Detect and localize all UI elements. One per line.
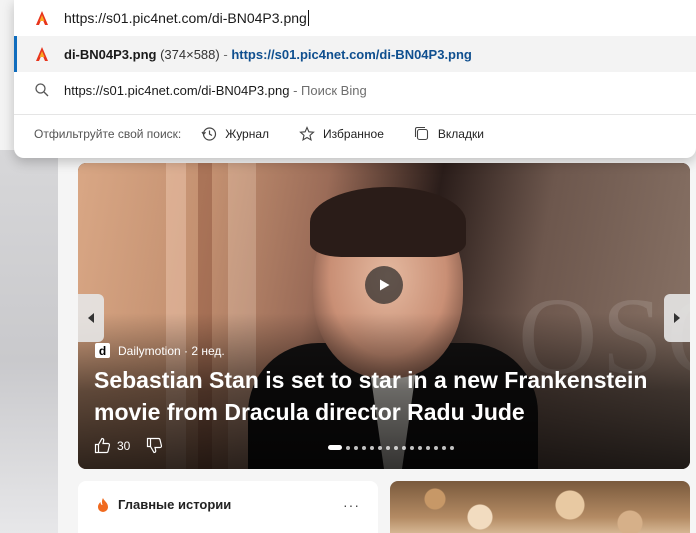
carousel-dot[interactable]: [354, 445, 358, 450]
person-hair: [310, 187, 466, 257]
filter-tabs-label: Вкладки: [437, 127, 484, 141]
carousel-prev-button[interactable]: [78, 294, 104, 342]
flame-icon: [98, 498, 108, 512]
search-icon: [35, 83, 49, 97]
like-count: 30: [117, 438, 131, 453]
pdf-reader-icon: [36, 47, 48, 61]
pdf-reader-icon: [36, 11, 48, 25]
chevron-right-icon: [674, 313, 680, 323]
article-actions: 30: [94, 437, 163, 454]
history-icon: [201, 127, 217, 141]
suggestion-query: https://s01.pic4net.com/di-BN04P3.png: [64, 82, 290, 98]
carousel-dot[interactable]: [434, 445, 438, 450]
more-options-button[interactable]: ···: [343, 497, 360, 513]
filter-favorites-button[interactable]: Избранное: [299, 126, 384, 142]
address-input[interactable]: https://s01.pic4net.com/di-BN04P3.png: [64, 10, 307, 26]
carousel-dot[interactable]: [386, 445, 390, 450]
play-icon: [380, 279, 390, 291]
suggestion-separator: -: [223, 46, 228, 62]
suggestion-dimensions: (374×588): [160, 46, 220, 62]
hero-news-card[interactable]: OSC d Dailymotion · 2 нед. Sebastian Sta…: [78, 163, 690, 469]
carousel-dot[interactable]: [378, 445, 382, 450]
source-name-and-age: Dailymotion · 2 нед.: [118, 343, 225, 358]
carousel-dot[interactable]: [328, 445, 342, 450]
filter-tabs-button[interactable]: Вкладки: [414, 126, 484, 142]
text-caret: [307, 10, 309, 26]
suggestion-bing-search[interactable]: https://s01.pic4net.com/di-BN04P3.png - …: [14, 72, 696, 108]
filter-label: Отфильтруйте свой поиск:: [34, 127, 182, 141]
carousel-next-button[interactable]: [664, 294, 690, 342]
carousel-dot[interactable]: [442, 445, 446, 450]
filter-favorites-label: Избранное: [323, 127, 384, 141]
search-filter-bar: Отфильтруйте свой поиск: Журнал Избранно…: [14, 115, 696, 153]
browser-side-area: [0, 150, 58, 533]
chevron-left-icon: [88, 313, 94, 323]
carousel-dot[interactable]: [370, 445, 374, 450]
carousel-pagination: [328, 445, 454, 450]
source-logo: d: [95, 343, 110, 358]
address-suggestions-dropdown: https://s01.pic4net.com/di-BN04P3.png di…: [14, 0, 696, 158]
suggestion-link: https://s01.pic4net.com/di-BN04P3.png: [231, 46, 472, 62]
carousel-dot[interactable]: [346, 445, 350, 450]
thumbs-down-icon[interactable]: [146, 437, 163, 454]
food-news-image[interactable]: [390, 481, 690, 533]
filter-history-button[interactable]: Журнал: [201, 126, 269, 142]
carousel-dot[interactable]: [402, 445, 406, 450]
article-headline[interactable]: Sebastian Stan is set to star in a new F…: [94, 364, 674, 428]
suggestion-search-engine: - Поиск Bing: [293, 82, 367, 98]
carousel-dot[interactable]: [362, 445, 366, 450]
star-icon: [299, 126, 315, 142]
play-button[interactable]: [365, 266, 403, 304]
carousel-dot[interactable]: [410, 445, 414, 450]
carousel-dot[interactable]: [426, 445, 430, 450]
carousel-dot[interactable]: [418, 445, 422, 450]
carousel-dot[interactable]: [450, 445, 454, 450]
top-stories-card: Главные истории ···: [78, 481, 378, 533]
suggestion-filename: di-BN04P3.png: [64, 46, 157, 62]
filter-history-label: Журнал: [225, 127, 270, 141]
carousel-dot[interactable]: [394, 445, 398, 450]
address-bar[interactable]: https://s01.pic4net.com/di-BN04P3.png: [14, 0, 696, 36]
article-source[interactable]: d Dailymotion · 2 нед.: [95, 343, 225, 358]
tabs-icon: [414, 126, 428, 141]
suggestion-direct-file[interactable]: di-BN04P3.png (374×588) - https://s01.pi…: [14, 36, 696, 72]
top-stories-title: Главные истории: [118, 497, 232, 512]
thumbs-up-icon[interactable]: [94, 437, 111, 454]
